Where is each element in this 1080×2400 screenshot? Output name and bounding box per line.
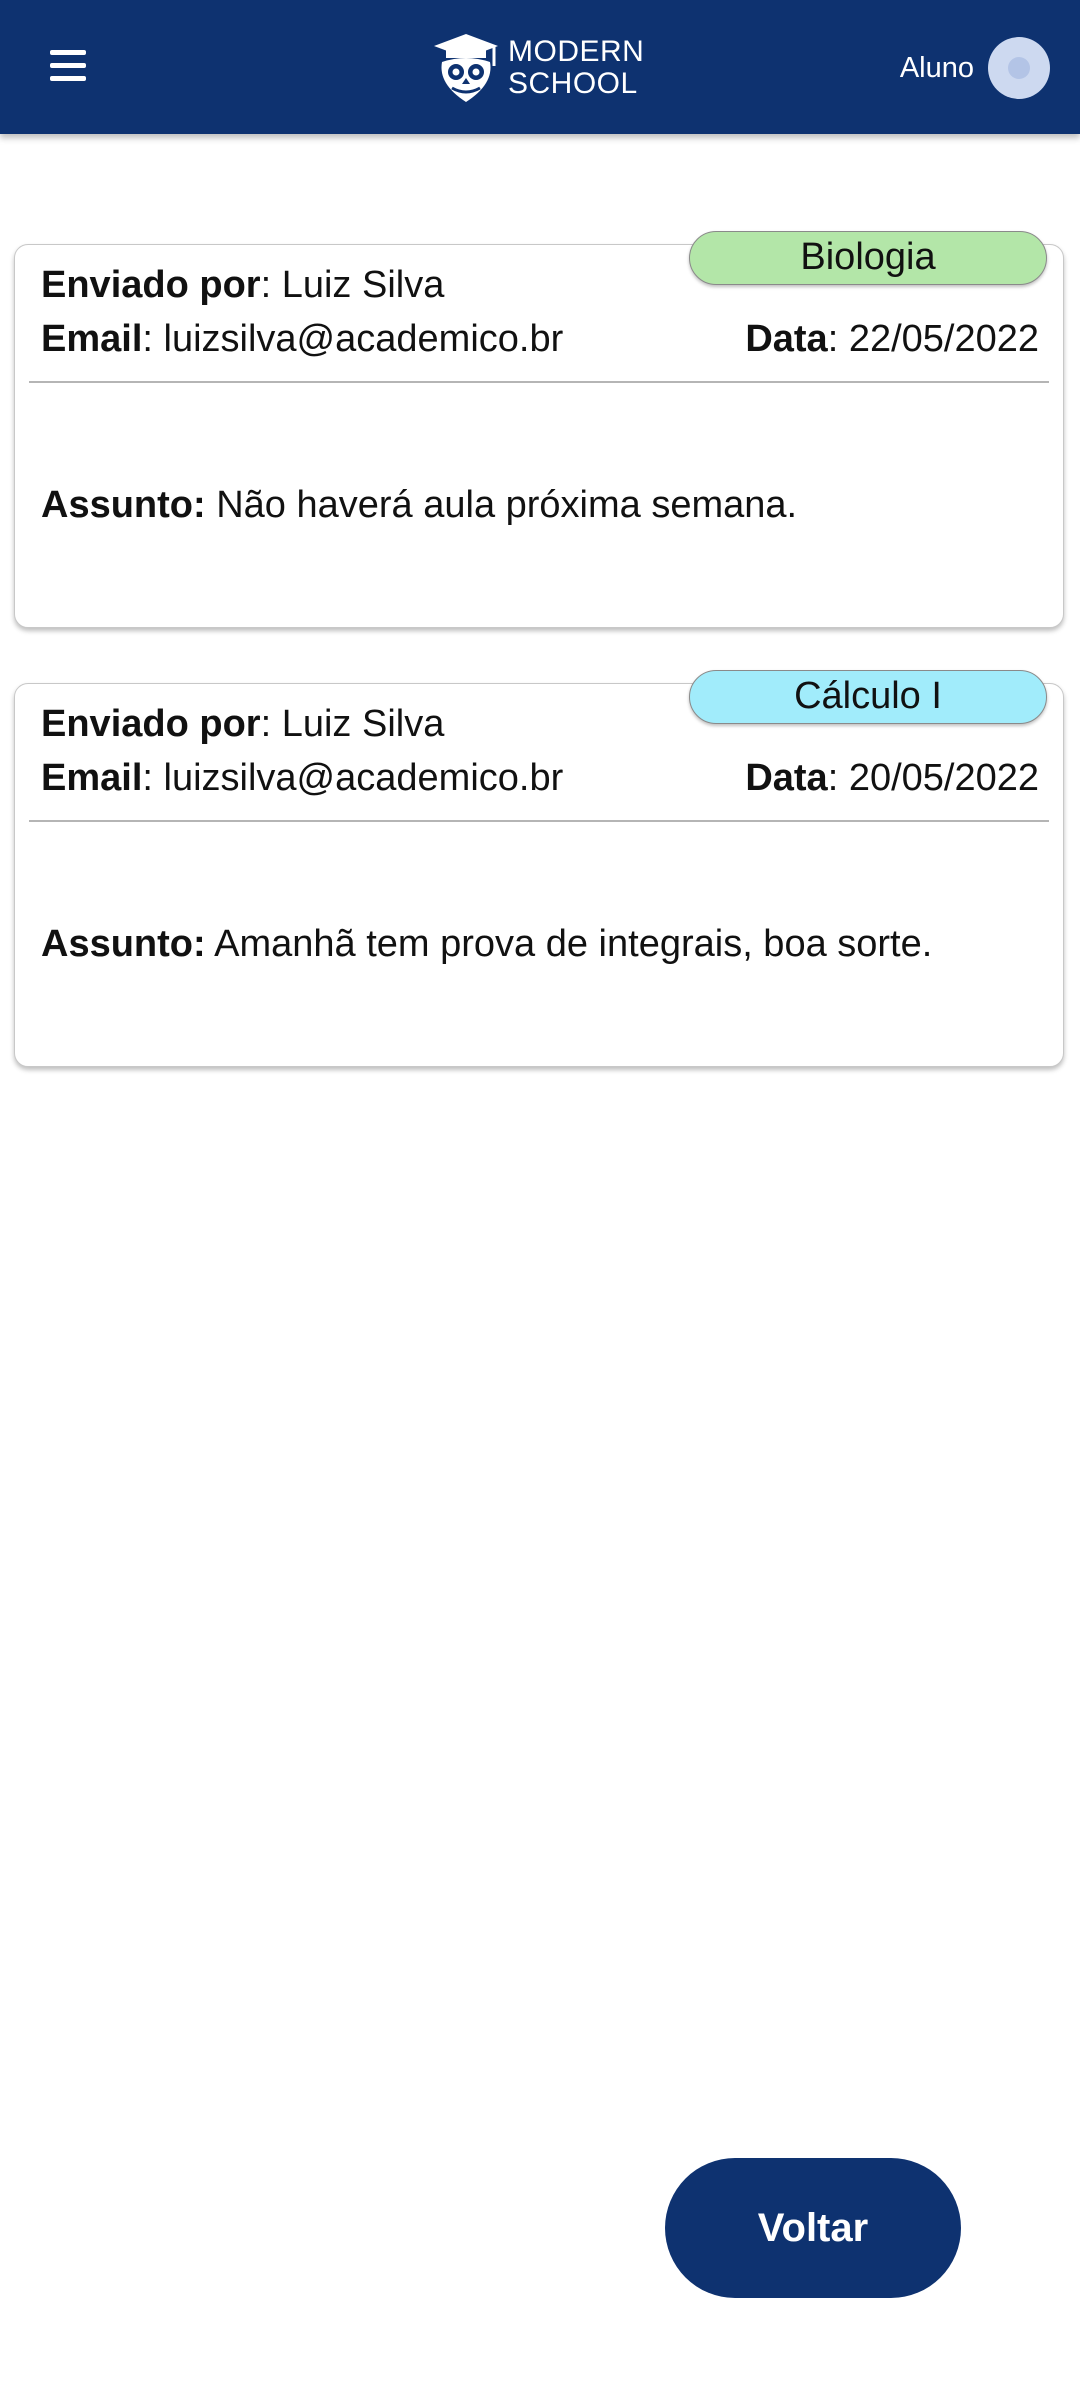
message-card[interactable]: Cálculo I Enviado por: Luiz Silva Email:… (14, 670, 1064, 1067)
logo-line-1: MODERN (508, 35, 645, 68)
subject-line: Assunto: Amanhã tem prova de integrais, … (41, 922, 932, 966)
sender-line: Enviado por: Luiz Silva (41, 264, 445, 306)
user-role-label: Aluno (899, 51, 974, 84)
email-label: Email (41, 757, 143, 799)
card-divider (29, 381, 1049, 383)
sender-name: Luiz Silva (281, 703, 445, 745)
subject-tag: Biologia (689, 231, 1047, 285)
date-value: 22/05/2022 (848, 318, 1039, 360)
email-label: Email (41, 318, 143, 360)
user-avatar-icon[interactable] (988, 37, 1050, 99)
card-divider (29, 820, 1049, 822)
school-logo[interactable]: MODERN SCHOOL (432, 30, 644, 106)
email-address: luizsilva@academico.br (163, 318, 564, 360)
back-button[interactable]: Voltar (665, 2158, 961, 2298)
subject-text: Amanhã tem prova de integrais, boa sorte… (214, 923, 933, 965)
logo-line-2: SCHOOL (508, 67, 638, 100)
date-line: Data: 22/05/2022 (745, 318, 1039, 360)
hamburger-menu-icon[interactable] (50, 48, 90, 84)
email-line: Email: luizsilva@academico.br (41, 318, 564, 360)
subject-label: Assunto: (41, 484, 206, 526)
sender-label: Enviado por (41, 264, 261, 306)
subject-label: Assunto: (41, 923, 206, 965)
top-app-bar: MODERN SCHOOL Aluno (0, 0, 1080, 134)
subject-line: Assunto: Não haverá aula próxima semana. (41, 483, 797, 527)
message-card[interactable]: Biologia Enviado por: Luiz Silva Email: … (14, 231, 1064, 628)
sender-name: Luiz Silva (281, 264, 445, 306)
app-root: MODERN SCHOOL Aluno Biologia Enviado por… (0, 0, 1080, 2400)
sender-label: Enviado por (41, 703, 261, 745)
date-value: 20/05/2022 (848, 757, 1039, 799)
user-menu[interactable]: Aluno (900, 36, 1050, 100)
sender-line: Enviado por: Luiz Silva (41, 703, 445, 745)
subject-tag: Cálculo I (689, 670, 1047, 724)
date-line: Data: 20/05/2022 (745, 757, 1039, 799)
date-label: Data (745, 318, 828, 360)
logo-wordmark: MODERN SCHOOL (508, 36, 644, 100)
owl-graduation-cap-icon (434, 34, 498, 102)
email-line: Email: luizsilva@academico.br (41, 757, 564, 799)
email-address: luizsilva@academico.br (163, 757, 564, 799)
date-label: Data (745, 757, 828, 799)
subject-text: Não haverá aula próxima semana. (216, 484, 798, 526)
